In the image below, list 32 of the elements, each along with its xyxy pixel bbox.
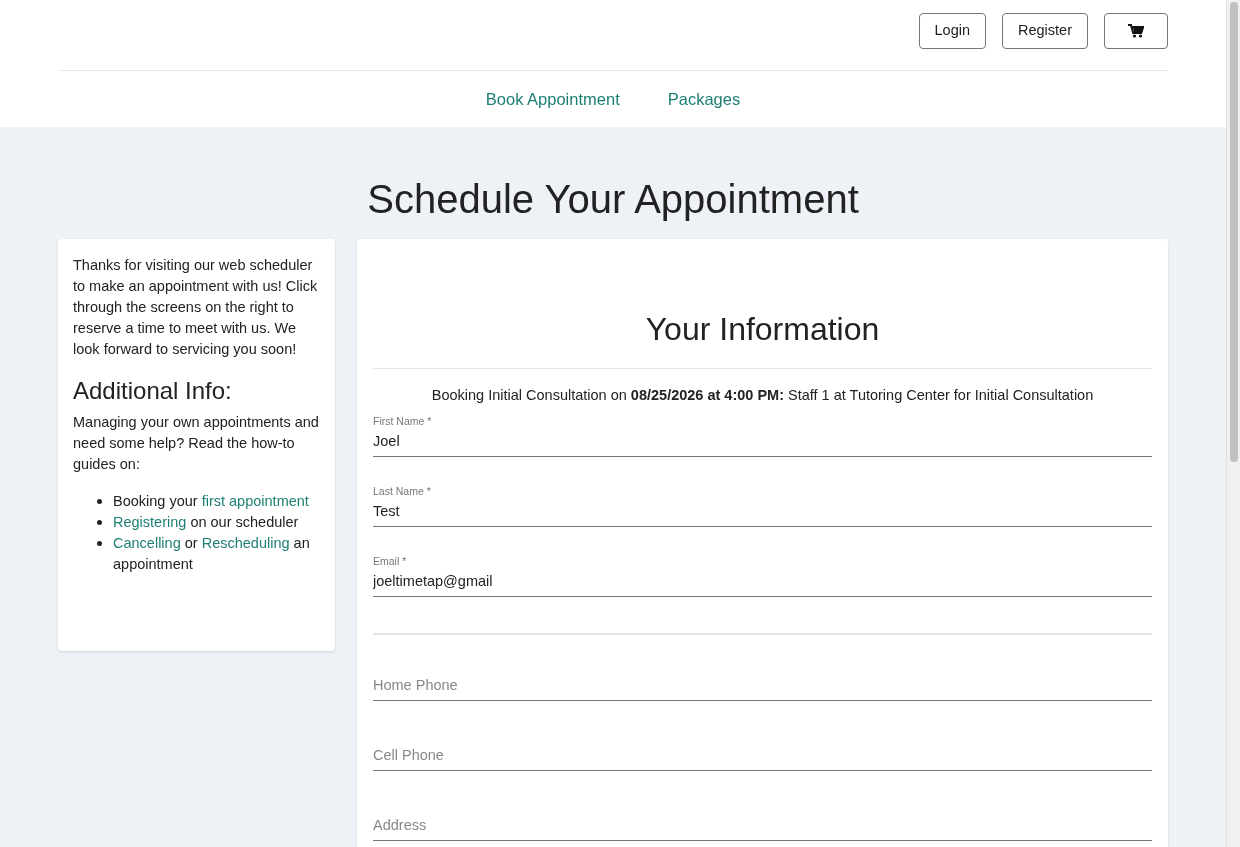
scrollbar[interactable] [1226, 0, 1240, 847]
guide-link[interactable]: Rescheduling [201, 535, 290, 551]
input-field[interactable]: Joel [373, 426, 1152, 457]
header-button[interactable]: Login [918, 13, 986, 49]
input-field[interactable]: Home Phone [373, 670, 1152, 701]
guide-text: Booking your first appointment [113, 492, 310, 511]
info-heading: Additional Info: [73, 376, 233, 406]
input-field[interactable]: Address [373, 810, 1152, 841]
form-title: Your Information [373, 309, 1152, 369]
input-field[interactable]: Cell Phone [373, 740, 1152, 771]
nav-link[interactable]: Book Appointment [485, 86, 620, 112]
bullet-icon [97, 520, 102, 525]
nav-link[interactable]: Packages [667, 86, 741, 112]
booking-summary: Booking Initial Consultation on 08/25/2026 at 4:00 PM: Staff 1 at Tutoring Center for Initial Consultation [430, 386, 1095, 405]
cart-icon [1128, 24, 1144, 38]
guide-link[interactable]: first appointment [201, 493, 309, 509]
cart-button[interactable] [1104, 13, 1168, 49]
bullet-icon [97, 541, 102, 546]
field-label: Last Name * [373, 484, 432, 497]
field-label: First Name * [373, 414, 433, 427]
bullet-icon [97, 499, 102, 504]
intro-text: Thanks for visiting our web scheduler to make an appointment with us! Click through the screens on the right to reserve a time to meet with us. We look forward to servicing you soon! [73, 256, 319, 359]
input-field[interactable]: Test [373, 496, 1152, 527]
guide-text: Registering on our scheduler [113, 513, 300, 532]
input-field[interactable]: joeltimetap@gmail [373, 566, 1152, 597]
help-text: Managing your own appointments and need some help? Read the how-to guides on: [73, 413, 320, 474]
guide-text: Cancelling or Rescheduling an appointment [113, 534, 311, 574]
page-title: Schedule Your Appointment [366, 176, 860, 223]
guide-link[interactable]: Cancelling [113, 535, 181, 551]
header-button[interactable]: Register [1002, 13, 1088, 49]
guide-link[interactable]: Registering [113, 514, 187, 530]
field-label: Email * [373, 554, 408, 567]
